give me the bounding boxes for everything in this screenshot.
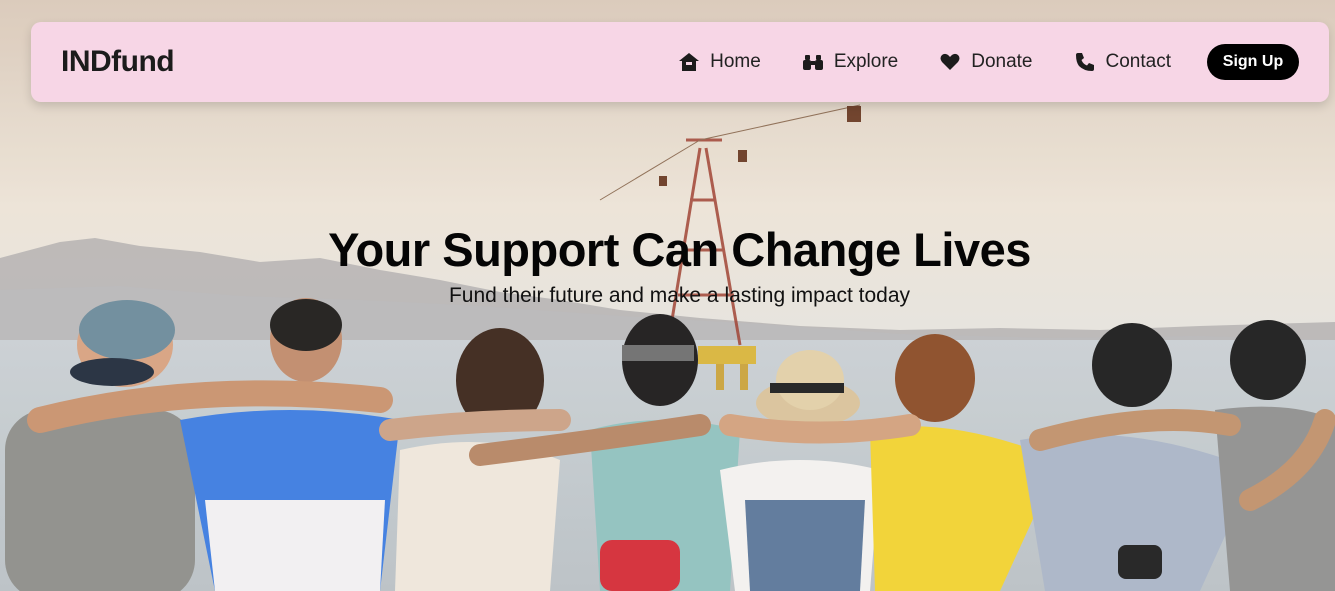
nav-item-home-label: Home xyxy=(710,51,761,72)
hero-title: Your Support Can Change Lives xyxy=(328,223,1031,276)
nav-item-explore-label: Explore xyxy=(833,51,899,72)
nav-item-contact-label: Contact xyxy=(1105,51,1171,72)
heart-icon xyxy=(939,52,961,72)
nav-item-home[interactable]: Home xyxy=(678,51,761,73)
nav-links: Home Explore Donate Contact Sign Up xyxy=(678,44,1299,80)
phone-icon xyxy=(1074,52,1096,72)
nav-item-donate-label: Donate xyxy=(971,51,1033,72)
signup-button[interactable]: Sign Up xyxy=(1207,44,1299,80)
nav-item-donate[interactable]: Donate xyxy=(939,51,1033,73)
hero-section: INDfund Home Explore Donate Contact Sign… xyxy=(0,0,1335,591)
nav-item-explore[interactable]: Explore xyxy=(802,51,898,73)
brand-logo[interactable]: INDfund xyxy=(61,45,175,79)
binoculars-icon xyxy=(802,52,824,72)
home-icon xyxy=(678,52,700,72)
nav-item-contact[interactable]: Contact xyxy=(1074,51,1171,73)
navbar: INDfund Home Explore Donate Contact Sign… xyxy=(31,22,1329,102)
hero-subtitle: Fund their future and make a lasting imp… xyxy=(448,284,911,307)
